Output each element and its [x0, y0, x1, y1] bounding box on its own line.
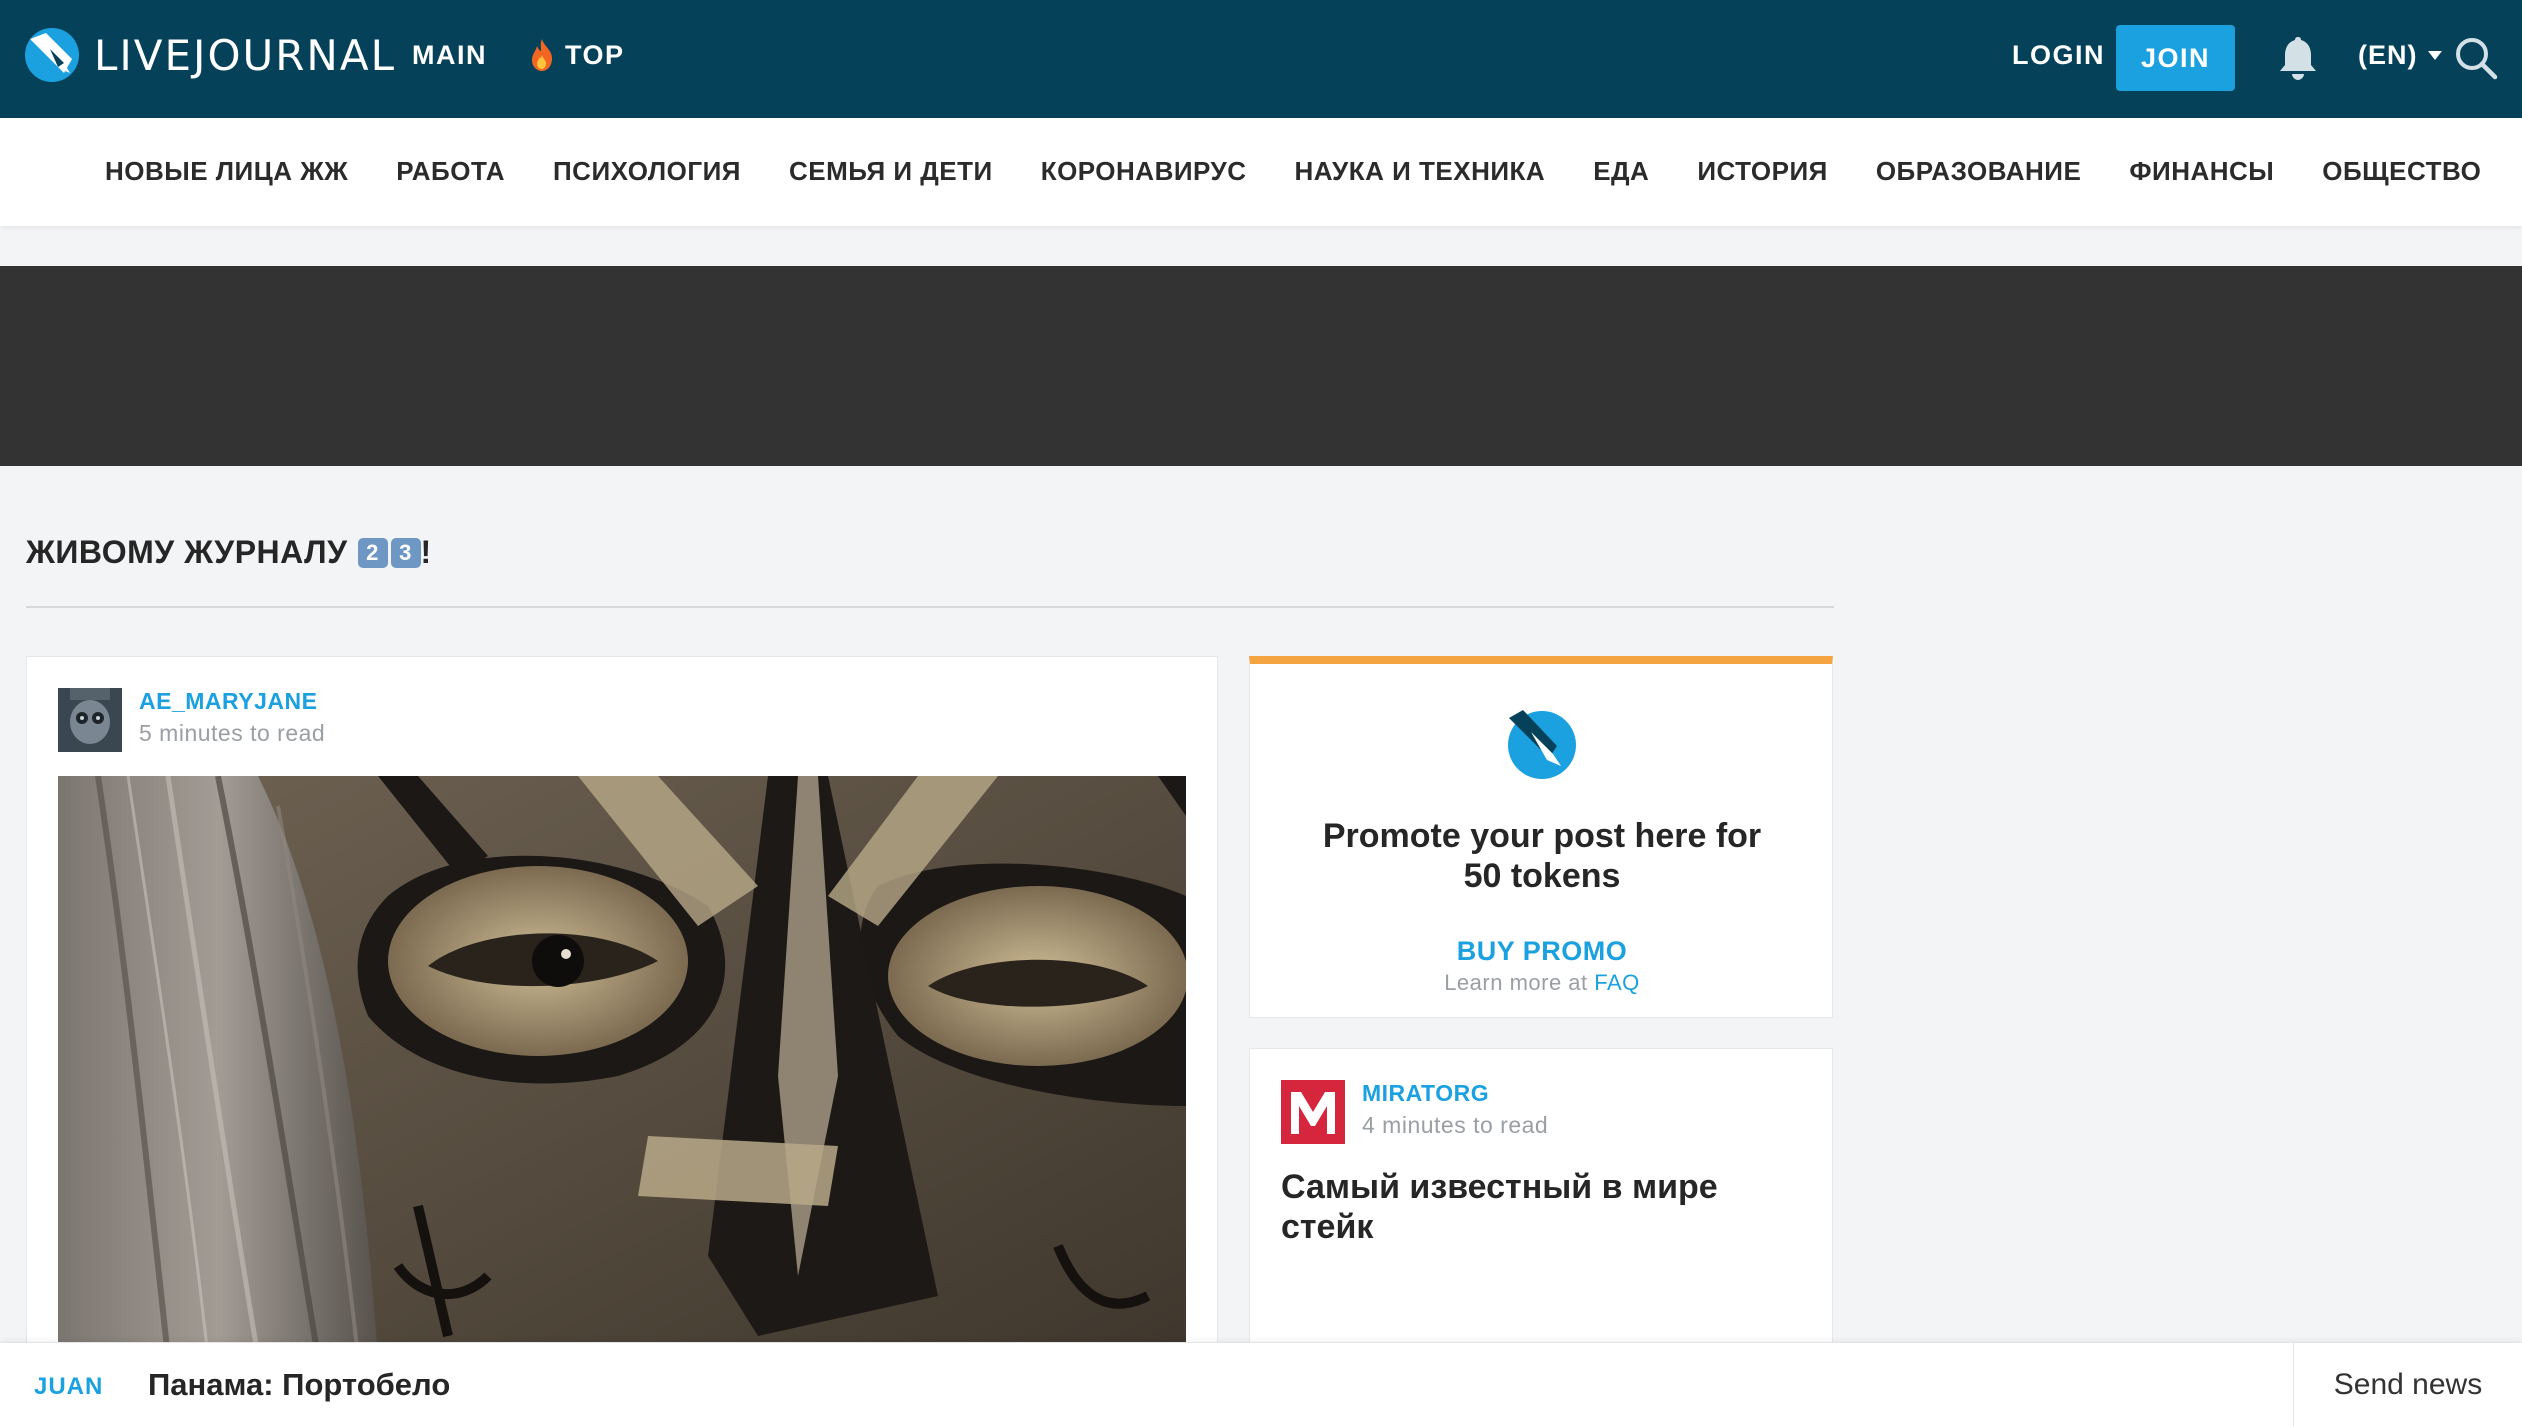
avatar-image [58, 688, 122, 752]
category-item[interactable]: ОБЩЕСТВО [2322, 156, 2481, 187]
language-selector[interactable]: (EN) [2358, 40, 2442, 71]
category-item[interactable]: ПСИХОЛОГИЯ [553, 156, 741, 187]
section-title-suffix: ! [420, 534, 432, 570]
feature-post-card[interactable]: MIRATORG 4 minutes to read Самый известн… [1249, 1048, 1833, 1368]
nav-top-label: TOP [565, 39, 625, 70]
livejournal-logo[interactable]: LIVEJOURNAL [24, 27, 396, 83]
keycap-digit: 3 [390, 537, 421, 568]
post-read-time: 5 minutes to read [139, 720, 326, 746]
category-item[interactable]: НАУКА И ТЕХНИКА [1294, 156, 1545, 187]
login-button[interactable]: LOGIN [2012, 40, 2105, 71]
caret-down-icon [2427, 51, 2442, 60]
category-list: НОВЫЕ ЛИЦА ЖЖ РАБОТА ПСИХОЛОГИЯ СЕМЬЯ И … [105, 156, 2522, 187]
category-item[interactable]: СЕМЬЯ И ДЕТИ [789, 156, 993, 187]
feature-post-title[interactable]: Самый известный в мире стейк [1281, 1167, 1801, 1247]
livejournal-logo-icon [25, 28, 79, 82]
nav-main[interactable]: MAIN [412, 40, 487, 71]
category-bar: НОВЫЕ ЛИЦА ЖЖ РАБОТА ПСИХОЛОГИЯ СЕМЬЯ И … [0, 118, 2522, 226]
miratorg-logo-mark [1291, 1092, 1335, 1134]
nav-top[interactable]: TOP [529, 38, 625, 72]
learn-more: Learn more at FAQ [1250, 970, 1834, 996]
section-title: ЖИВОМУ ЖУРНАЛУ 2 3 ! [26, 534, 432, 571]
category-item[interactable]: ФИНАНСЫ [2129, 156, 2274, 187]
notifications-bell-icon[interactable] [2278, 34, 2318, 80]
learn-more-text: Learn more at [1444, 970, 1588, 995]
category-item[interactable]: ЕДА [1593, 156, 1649, 187]
buy-promo-button[interactable]: BUY PROMO [1250, 936, 1834, 967]
promo-text: Promote your post here for 50 tokens [1322, 817, 1762, 895]
feature-read-time: 4 minutes to read [1362, 1112, 1549, 1138]
pencil-promo-icon [1508, 710, 1576, 779]
faq-link[interactable]: FAQ [1594, 970, 1640, 995]
join-label: JOIN [2140, 42, 2211, 73]
top-nav: MAIN TOP [412, 38, 625, 72]
author-avatar[interactable] [58, 688, 122, 752]
category-item[interactable]: РАБОТА [396, 156, 505, 187]
news-author-link[interactable]: JUAN [34, 1373, 103, 1401]
post-card[interactable]: AE_MARYJANE 5 minutes to read [26, 656, 1218, 1357]
news-ticker-bar: JUAN Панама: Портобело Send news [0, 1342, 2522, 1426]
language-label: (EN) [2358, 40, 2418, 70]
send-news-button[interactable]: Send news [2293, 1343, 2522, 1426]
join-button[interactable]: JOIN [2116, 25, 2235, 91]
section-title-text: ЖИВОМУ ЖУРНАЛУ [26, 534, 348, 570]
promo-card: Promote your post here for 50 tokens BUY… [1249, 656, 1833, 1018]
category-item[interactable]: ИСТОРИЯ [1697, 156, 1828, 187]
keycap-digit: 2 [357, 537, 388, 568]
news-title-link[interactable]: Панама: Портобело [148, 1367, 450, 1403]
flame-icon [532, 39, 553, 71]
ad-banner [0, 266, 2522, 466]
logo-text: LIVEJOURNAL [94, 30, 396, 80]
post-cover-image[interactable] [58, 776, 1186, 1357]
category-item[interactable]: ОБРАЗОВАНИЕ [1876, 156, 2081, 187]
nav-main-label: MAIN [412, 39, 487, 70]
post-author-link[interactable]: AE_MARYJANE [139, 688, 317, 715]
miratorg-logo[interactable] [1281, 1080, 1345, 1144]
send-news-label: Send news [2333, 1368, 2483, 1401]
category-item[interactable]: НОВЫЕ ЛИЦА ЖЖ [105, 156, 348, 187]
cover-artwork [58, 776, 1186, 1357]
top-header: LIVEJOURNAL MAIN TOP LOGIN JOIN (EN) [0, 0, 2522, 118]
search-icon[interactable] [2454, 36, 2498, 80]
category-item[interactable]: КОРОНАВИРУС [1041, 156, 1247, 187]
feature-author-link[interactable]: MIRATORG [1362, 1080, 1489, 1107]
section-divider [26, 606, 1834, 608]
